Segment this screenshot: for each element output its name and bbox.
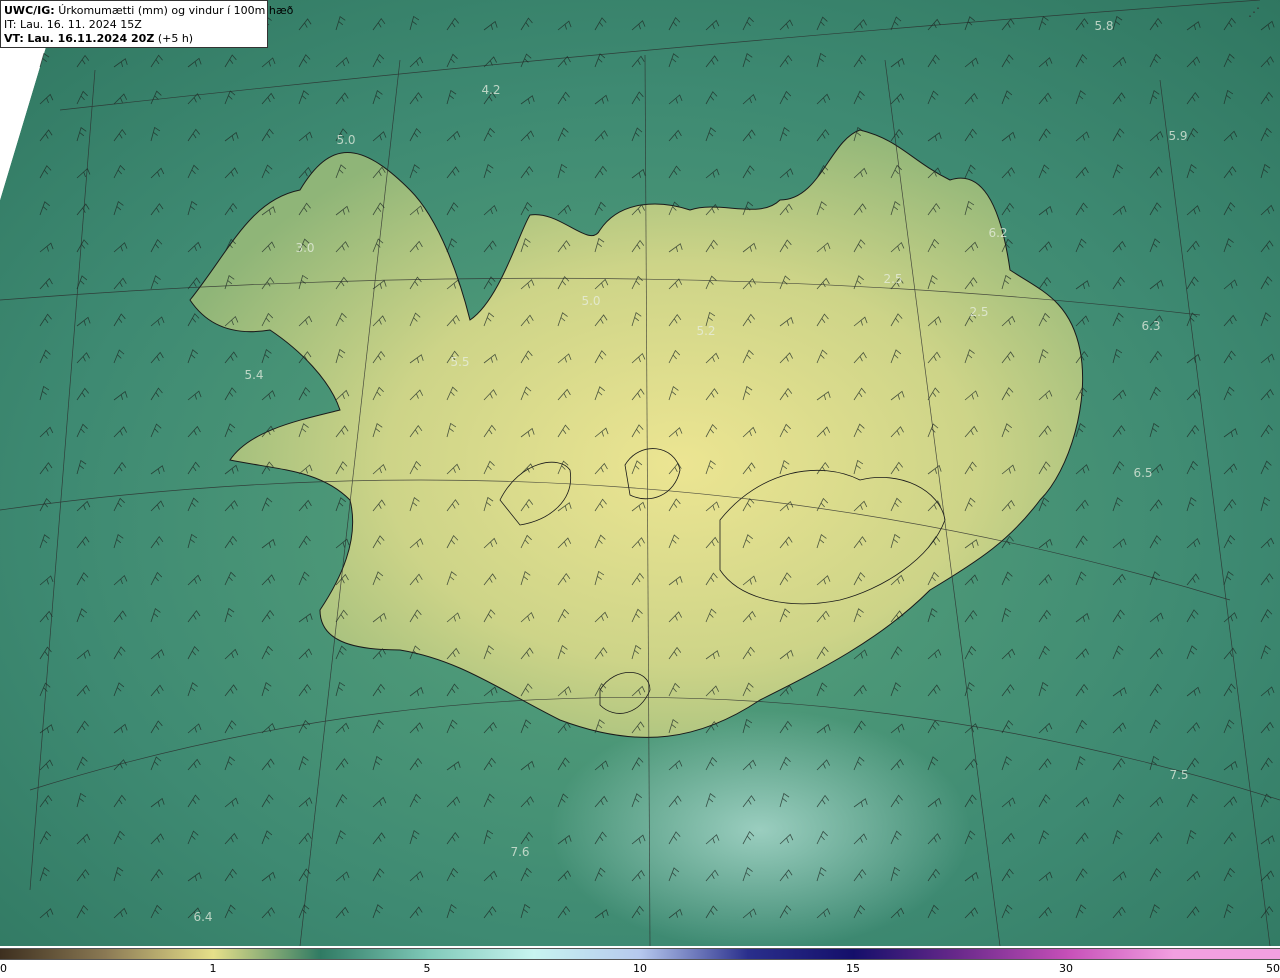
init-prefix: IT: [4, 18, 17, 31]
valid-prefix: VT: [4, 32, 24, 45]
value-label: 5.0 [336, 133, 356, 147]
colorbar-segment [853, 949, 961, 959]
moisture-plume [550, 710, 970, 946]
colorbar-tick-label: 5 [423, 962, 431, 975]
colorbar-tick-label: 0 [0, 962, 7, 975]
colorbar-segment [640, 949, 748, 959]
field-name: Úrkomumætti (mm) og vindur í 100m hæð [58, 4, 294, 17]
value-label: 5.5 [450, 355, 470, 369]
value-label: 5.4 [244, 368, 264, 382]
colorbar [0, 948, 1280, 960]
value-label: 7.5 [1169, 768, 1189, 782]
valid-time: Lau. 16.11.2024 20Z [27, 32, 155, 45]
colorbar-segment [320, 949, 428, 959]
title-line: UWC/IG: Úrkomumætti (mm) og vindur í 100… [4, 4, 293, 18]
colorbar-tick-label: 1 [209, 962, 217, 975]
value-label: 4.2 [481, 83, 501, 97]
valid-time-line: VT: Lau. 16.11.2024 20Z (+5 h) [4, 32, 264, 46]
value-label: 3.0 [295, 241, 315, 255]
colorbar-segment [746, 949, 855, 959]
colorbar-segment [960, 949, 1068, 959]
colorbar-segment [533, 949, 641, 959]
value-label: 6.5 [1133, 466, 1153, 480]
colorbar-segment [106, 949, 215, 959]
init-time-line: IT: Lau. 16. 11. 2024 15Z [4, 18, 264, 32]
value-label: 6.4 [193, 910, 213, 924]
colorbar-segment [1173, 949, 1280, 959]
value-label: 5.2 [696, 324, 716, 338]
value-label: 5.0 [581, 294, 601, 308]
colorbar-tick-label: 50 [1266, 962, 1280, 975]
value-label: 6.2 [988, 226, 1008, 240]
colorbar-tick-label: 30 [1059, 962, 1073, 975]
value-label: 7.6 [510, 845, 530, 859]
value-label: 5.8 [1094, 19, 1114, 33]
colorbar-segment [426, 949, 535, 959]
value-label: 6.3 [1141, 319, 1161, 333]
precipitable-water-map [0, 0, 1280, 946]
value-label: 2.5 [883, 272, 903, 286]
model-name: UWC/IG: [4, 4, 55, 17]
close-icon[interactable]: ⋰ [1248, 6, 1260, 18]
colorbar-tick-label: 10 [633, 962, 647, 975]
valid-offset: (+5 h) [157, 32, 194, 45]
map-header: UWC/IG: Úrkomumætti (mm) og vindur í 100… [0, 0, 293, 48]
init-time: Lau. 16. 11. 2024 15Z [19, 18, 142, 31]
value-label: 2.5 [969, 305, 989, 319]
colorbar-tick-label: 15 [846, 962, 860, 975]
value-label: 5.9 [1168, 129, 1188, 143]
colorbar-segment [213, 949, 321, 959]
colorbar-segment [0, 949, 108, 959]
colorbar-segment [1066, 949, 1175, 959]
